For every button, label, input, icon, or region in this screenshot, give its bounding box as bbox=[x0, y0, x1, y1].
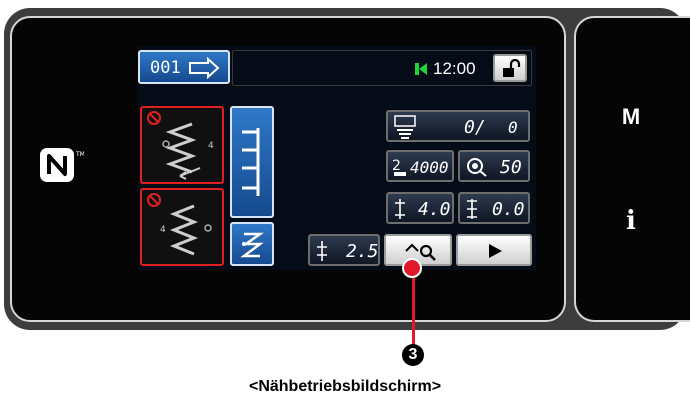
play-icon bbox=[489, 244, 502, 258]
callout-line bbox=[412, 266, 415, 346]
stitch-pattern-button[interactable] bbox=[230, 106, 274, 218]
network-icon bbox=[415, 63, 427, 75]
max-speed-button[interactable]: 2 4000 bbox=[386, 150, 454, 182]
reverse-stitch-start-button[interactable]: 4 bbox=[140, 106, 224, 184]
play-button[interactable] bbox=[456, 234, 532, 266]
zigzag-start-icon: 4 bbox=[162, 122, 214, 180]
comb-stitch-icon bbox=[242, 128, 260, 196]
stitch-length-b-value: 0.0 bbox=[492, 199, 525, 220]
clock: 12:00 bbox=[433, 59, 476, 78]
pitch-button[interactable]: 2.5 bbox=[308, 234, 380, 266]
svg-text:4: 4 bbox=[208, 141, 214, 151]
stitch-length-b-icon bbox=[467, 199, 477, 219]
zigzag-end-icon: 4 bbox=[160, 204, 212, 256]
tension-dial-icon bbox=[467, 158, 487, 177]
reverse-stitch-end-button[interactable]: 4 bbox=[140, 188, 224, 266]
svg-text:2: 2 bbox=[392, 158, 401, 174]
pattern-number-button[interactable]: 001 bbox=[138, 50, 230, 84]
sewing-counter-button[interactable]: 0/ 0 bbox=[386, 110, 530, 142]
pattern-number: 001 bbox=[150, 58, 181, 78]
speed-icon: 2 bbox=[392, 158, 406, 176]
counter-current: 0/ bbox=[464, 117, 486, 138]
callout-marker: 3 bbox=[402, 344, 424, 366]
pitch-icon bbox=[317, 241, 327, 261]
info-key[interactable]: i bbox=[576, 206, 686, 236]
svg-text:TM: TM bbox=[75, 151, 84, 158]
stitch-length-b-button[interactable]: 0.0 bbox=[458, 192, 530, 224]
max-speed-value: 4000 bbox=[410, 158, 449, 177]
counter-icon bbox=[394, 115, 416, 139]
operation-display: 001 12:00 4 4 0/ 0 2 4000 50 4.0 0.0 2.5 bbox=[138, 46, 536, 270]
screen-caption: <Nähbetriebsbildschirm> bbox=[248, 378, 442, 395]
stitch-length-a-button[interactable]: 4.0 bbox=[386, 192, 454, 224]
nfc-icon: TM bbox=[38, 146, 85, 186]
mode-key[interactable]: M bbox=[576, 104, 686, 130]
condensed-stitch-button[interactable] bbox=[230, 222, 274, 266]
stitch-length-a-icon bbox=[395, 199, 405, 219]
zigzag-small-icon bbox=[240, 232, 264, 258]
header-bar: 12:00 bbox=[232, 50, 532, 86]
counter-target: 0 bbox=[508, 118, 518, 137]
thread-tension-button[interactable]: 50 bbox=[458, 150, 530, 182]
unlock-icon bbox=[503, 59, 521, 77]
svg-text:4: 4 bbox=[160, 225, 166, 235]
unlock-button[interactable] bbox=[493, 54, 527, 82]
chevron-right-icon bbox=[189, 57, 220, 79]
side-panel: M i bbox=[574, 16, 690, 322]
stitch-length-a-value: 4.0 bbox=[418, 199, 451, 220]
pitch-value: 2.5 bbox=[346, 241, 379, 262]
callout-dot bbox=[402, 258, 422, 278]
tension-value: 50 bbox=[500, 157, 522, 178]
